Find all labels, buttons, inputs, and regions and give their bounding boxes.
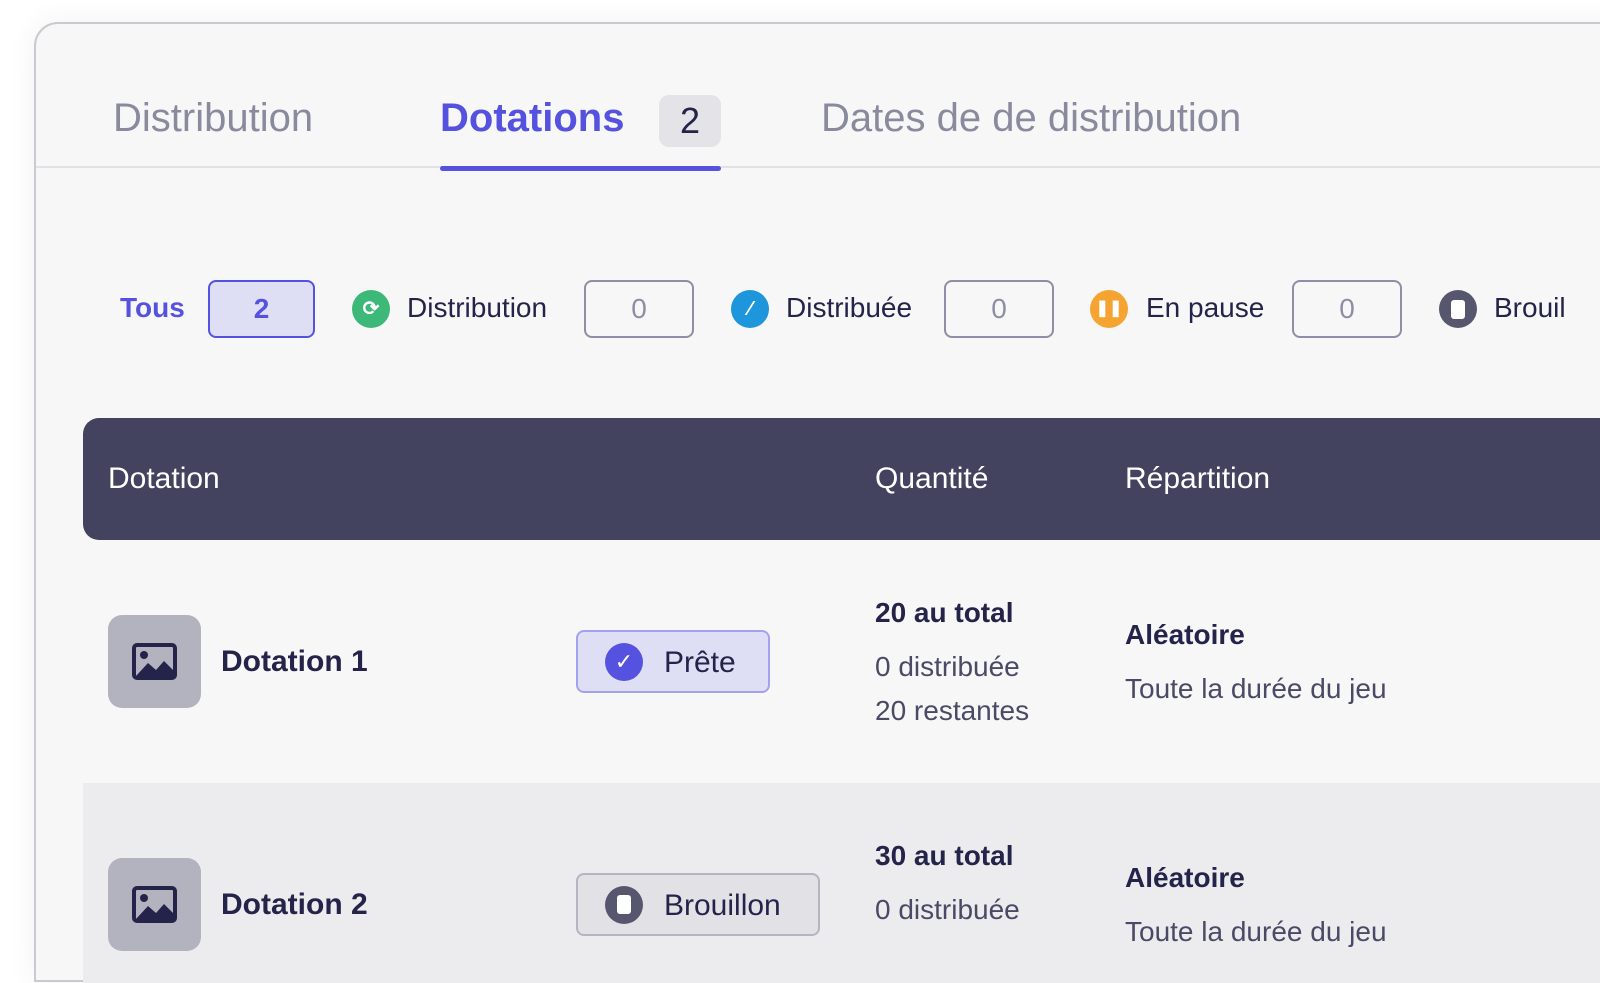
quantity-remaining: 20 restantes bbox=[875, 695, 1030, 726]
refresh-icon: ⟳ bbox=[352, 290, 390, 328]
filter-distribution-count[interactable]: 0 bbox=[584, 280, 694, 338]
filter-brouillon-label[interactable]: Brouil bbox=[1494, 292, 1566, 324]
repartition-type: Aléatoire bbox=[1125, 619, 1245, 650]
table-header bbox=[83, 418, 1600, 540]
filter-distribuee-label[interactable]: Distribuée bbox=[786, 292, 912, 324]
tab-dotations-count-badge: 2 bbox=[659, 95, 721, 147]
filter-en-pause-count[interactable]: 0 bbox=[1292, 280, 1402, 338]
status-label: Prête bbox=[664, 646, 736, 679]
tabs-divider bbox=[36, 166, 1600, 168]
document-icon bbox=[1439, 290, 1477, 328]
quantity-total: 20 au total bbox=[875, 597, 1014, 628]
image-placeholder-icon bbox=[108, 615, 201, 708]
quantity-distributed: 0 distribuée bbox=[875, 894, 1020, 925]
dotation-name[interactable]: Dotation 2 bbox=[221, 888, 368, 922]
column-repartition: Répartition bbox=[1125, 462, 1271, 495]
quantity-distributed: 0 distribuée bbox=[875, 651, 1020, 682]
filter-tous-label[interactable]: Tous bbox=[120, 292, 185, 324]
tab-dotations[interactable]: Dotations bbox=[440, 96, 624, 141]
repartition-detail: Toute la durée du jeu bbox=[1125, 916, 1387, 947]
filter-distribution-label[interactable]: Distribution bbox=[407, 292, 547, 324]
slash-icon: ⁄ bbox=[731, 290, 769, 328]
filter-tous-count[interactable]: 2 bbox=[208, 280, 315, 338]
active-tab-indicator bbox=[440, 166, 721, 171]
document-icon bbox=[605, 886, 643, 924]
dotation-name[interactable]: Dotation 1 bbox=[221, 645, 368, 679]
check-icon: ✓ bbox=[605, 643, 643, 681]
image-placeholder-icon bbox=[108, 858, 201, 951]
filter-distribuee-count[interactable]: 0 bbox=[944, 280, 1054, 338]
column-dotation: Dotation bbox=[108, 462, 220, 495]
column-quantite: Quantité bbox=[875, 462, 989, 495]
filter-en-pause-label[interactable]: En pause bbox=[1146, 292, 1264, 324]
tab-dates-distribution[interactable]: Dates de de distribution bbox=[821, 96, 1241, 141]
repartition-type: Aléatoire bbox=[1125, 862, 1245, 893]
pause-icon: ❚❚ bbox=[1090, 290, 1128, 328]
status-badge: ✓ Prête bbox=[576, 630, 770, 693]
status-label: Brouillon bbox=[664, 889, 781, 922]
table-row[interactable]: Dotation 1 ✓ Prête 20 au total 0 distrib… bbox=[83, 540, 1600, 783]
quantity-total: 30 au total bbox=[875, 840, 1014, 871]
repartition-detail: Toute la durée du jeu bbox=[1125, 673, 1387, 704]
status-badge: Brouillon bbox=[576, 873, 820, 936]
tab-distribution[interactable]: Distribution bbox=[113, 96, 313, 141]
table-row[interactable]: Dotation 2 Brouillon 30 au total 0 distr… bbox=[83, 783, 1600, 983]
